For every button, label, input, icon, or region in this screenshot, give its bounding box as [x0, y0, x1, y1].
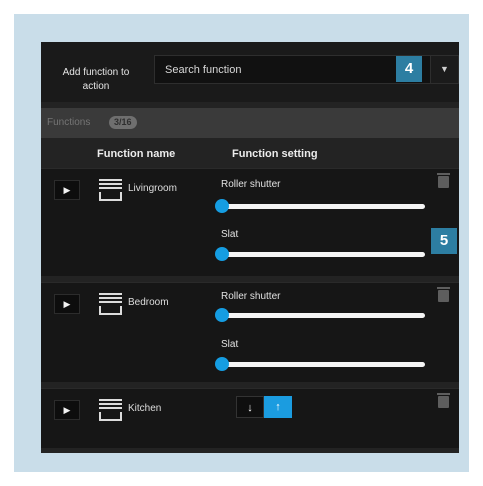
roller-shutter-icon	[99, 179, 122, 201]
search-input[interactable]	[155, 56, 425, 83]
slat-label: Slat	[221, 339, 239, 350]
roller-shutter-label: Roller shutter	[221, 179, 281, 190]
function-row-kitchen: ▶ Kitchen ↓ ↑	[41, 388, 459, 448]
column-header: Function name Function setting	[41, 142, 459, 166]
add-function-label: Add function to action	[62, 67, 130, 92]
function-name: Livingroom	[128, 183, 177, 194]
functions-count-badge: 3/16	[109, 116, 137, 129]
roller-shutter-icon	[99, 293, 122, 315]
callout-badge-4: 4	[396, 56, 422, 82]
functions-label: Functions	[47, 117, 91, 128]
shutter-control-buttons: ↓ ↑	[236, 396, 292, 418]
slider-handle[interactable]	[215, 308, 229, 322]
roller-shutter-slider[interactable]	[215, 199, 425, 213]
column-function-name: Function name	[97, 148, 176, 160]
slider-track	[219, 204, 425, 209]
function-row-bedroom: ▶ Bedroom Roller shutter Slat	[41, 282, 459, 382]
trash-icon[interactable]	[437, 393, 450, 408]
slider-handle[interactable]	[215, 357, 229, 371]
arrow-down-button[interactable]: ↓	[236, 396, 264, 418]
slat-slider[interactable]	[215, 357, 425, 371]
trash-icon[interactable]	[437, 173, 450, 188]
function-row-livingroom: ▶ Livingroom Roller shutter Slat	[41, 168, 459, 276]
slider-track	[219, 313, 425, 318]
roller-shutter-slider[interactable]	[215, 308, 425, 322]
slider-track	[219, 362, 425, 367]
functions-bar[interactable]: Functions 3/16	[41, 108, 459, 138]
slider-handle[interactable]	[215, 247, 229, 261]
arrow-up-button[interactable]: ↑	[264, 396, 292, 418]
play-icon[interactable]: ▶	[54, 180, 80, 200]
function-name: Bedroom	[128, 297, 169, 308]
add-function-panel: Add function to action ▼ Functions 3/16 …	[41, 42, 459, 453]
slider-handle[interactable]	[215, 199, 229, 213]
play-icon[interactable]: ▶	[54, 294, 80, 314]
function-name: Kitchen	[128, 403, 162, 414]
slat-slider[interactable]	[215, 247, 425, 261]
callout-badge-5: 5	[431, 228, 457, 254]
slider-track	[219, 252, 425, 257]
chevron-down-icon[interactable]: ▼	[430, 56, 458, 83]
play-icon[interactable]: ▶	[54, 400, 80, 420]
column-function-setting: Function setting	[232, 148, 318, 160]
slat-label: Slat	[221, 229, 239, 240]
trash-icon[interactable]	[437, 287, 450, 302]
roller-shutter-icon	[99, 399, 122, 421]
roller-shutter-label: Roller shutter	[221, 291, 281, 302]
